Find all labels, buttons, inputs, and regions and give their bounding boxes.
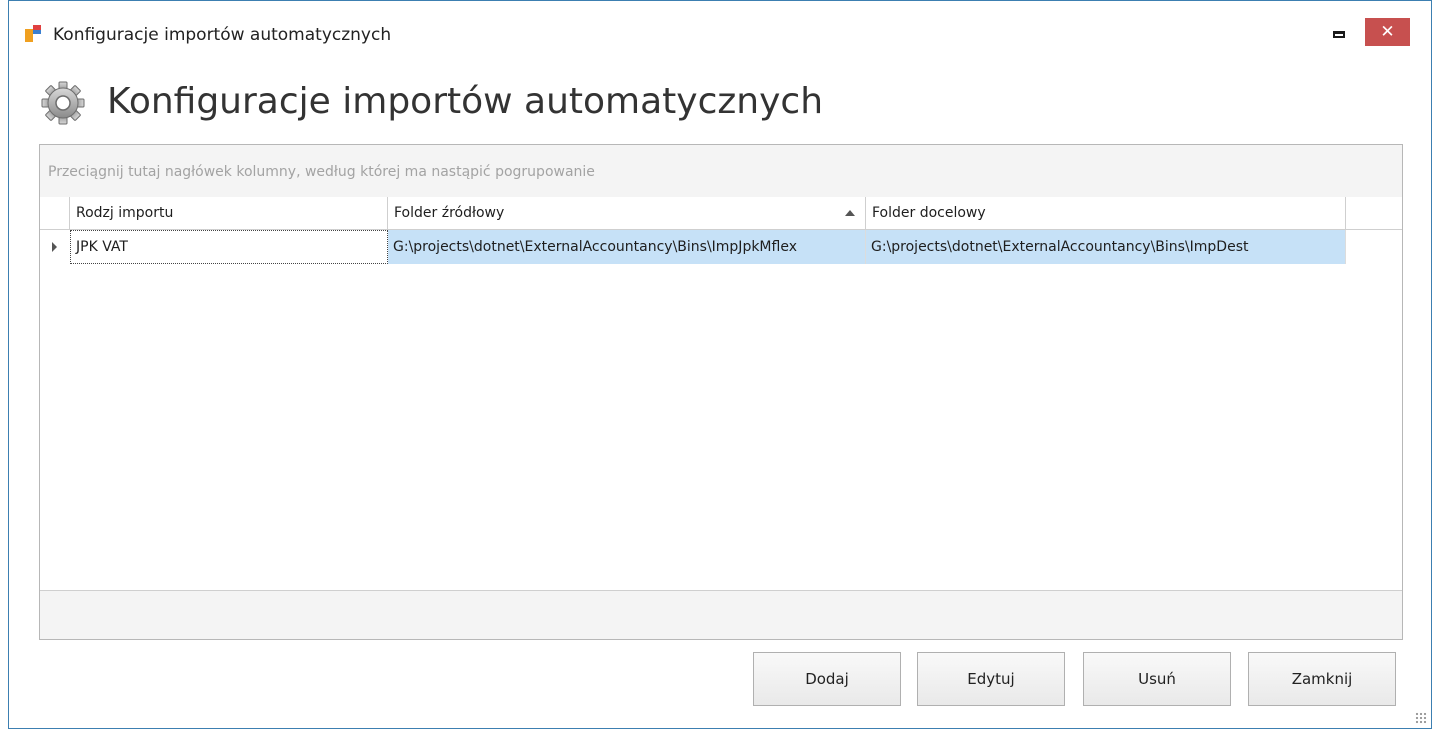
sort-ascending-icon — [845, 210, 855, 216]
app-icon — [25, 25, 41, 42]
title-bar[interactable]: Konfiguracje importów automatycznych ✕ — [9, 1, 1431, 46]
group-by-panel[interactable]: Przeciągnij tutaj nagłówek kolumny, wedł… — [40, 145, 1402, 198]
cell-target-folder[interactable]: G:\projects\dotnet\ExternalAccountancy\B… — [866, 230, 1346, 264]
window-title: Konfiguracje importów automatycznych — [53, 25, 392, 45]
grid-footer — [40, 590, 1402, 639]
group-hint: Przeciągnij tutaj nagłówek kolumny, wedł… — [48, 164, 595, 180]
cell-source-folder[interactable]: G:\projects\dotnet\ExternalAccountancy\B… — [388, 230, 866, 264]
page-title: Konfiguracje importów automatycznych — [107, 81, 824, 122]
maximize-button[interactable] — [1326, 21, 1352, 47]
maximize-icon — [1333, 30, 1345, 38]
dialog-window: Konfiguracje importów automatycznych ✕ K… — [8, 0, 1432, 729]
column-headers: Rodzj importu Folder źródłowy Folder doc… — [40, 197, 1402, 230]
current-row-arrow-icon — [52, 242, 57, 252]
column-header-target-folder[interactable]: Folder docelowy — [866, 197, 1346, 229]
row-indicator-header — [40, 197, 70, 229]
edit-button[interactable]: Edytuj — [917, 652, 1065, 706]
gear-icon — [41, 81, 85, 125]
add-button[interactable]: Dodaj — [753, 652, 901, 706]
close-window-button[interactable]: ✕ — [1365, 18, 1410, 46]
resize-grip-icon[interactable] — [1415, 712, 1427, 724]
table-row[interactable]: JPK VAT G:\projects\dotnet\ExternalAccou… — [40, 230, 1402, 264]
imports-grid: Przeciągnij tutaj nagłówek kolumny, wedł… — [39, 144, 1403, 640]
column-header-source-folder-label: Folder źródłowy — [394, 205, 505, 221]
column-header-import-type[interactable]: Rodzj importu — [70, 197, 388, 229]
delete-button[interactable]: Usuń — [1083, 652, 1231, 706]
close-button[interactable]: Zamknij — [1248, 652, 1396, 706]
column-header-source-folder[interactable]: Folder źródłowy — [388, 197, 866, 229]
cell-import-type[interactable]: JPK VAT — [70, 230, 388, 264]
